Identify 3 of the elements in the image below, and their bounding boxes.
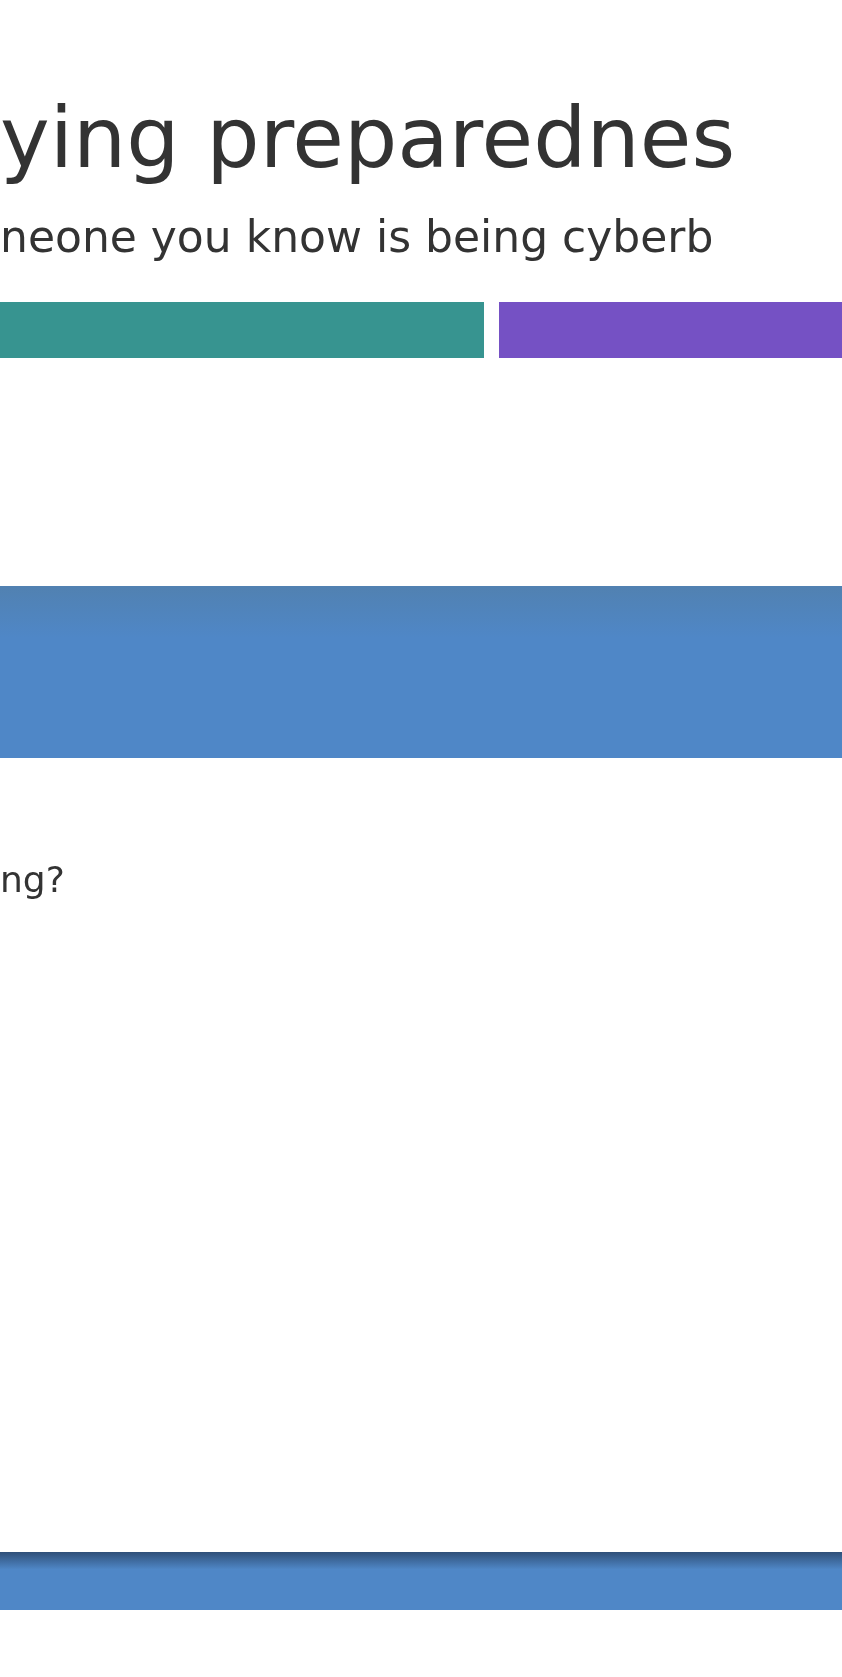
page-title: ying preparednes [0, 88, 737, 189]
question-text: ng? [0, 857, 66, 901]
subtitle: neone you know is being cyberb [0, 210, 715, 264]
